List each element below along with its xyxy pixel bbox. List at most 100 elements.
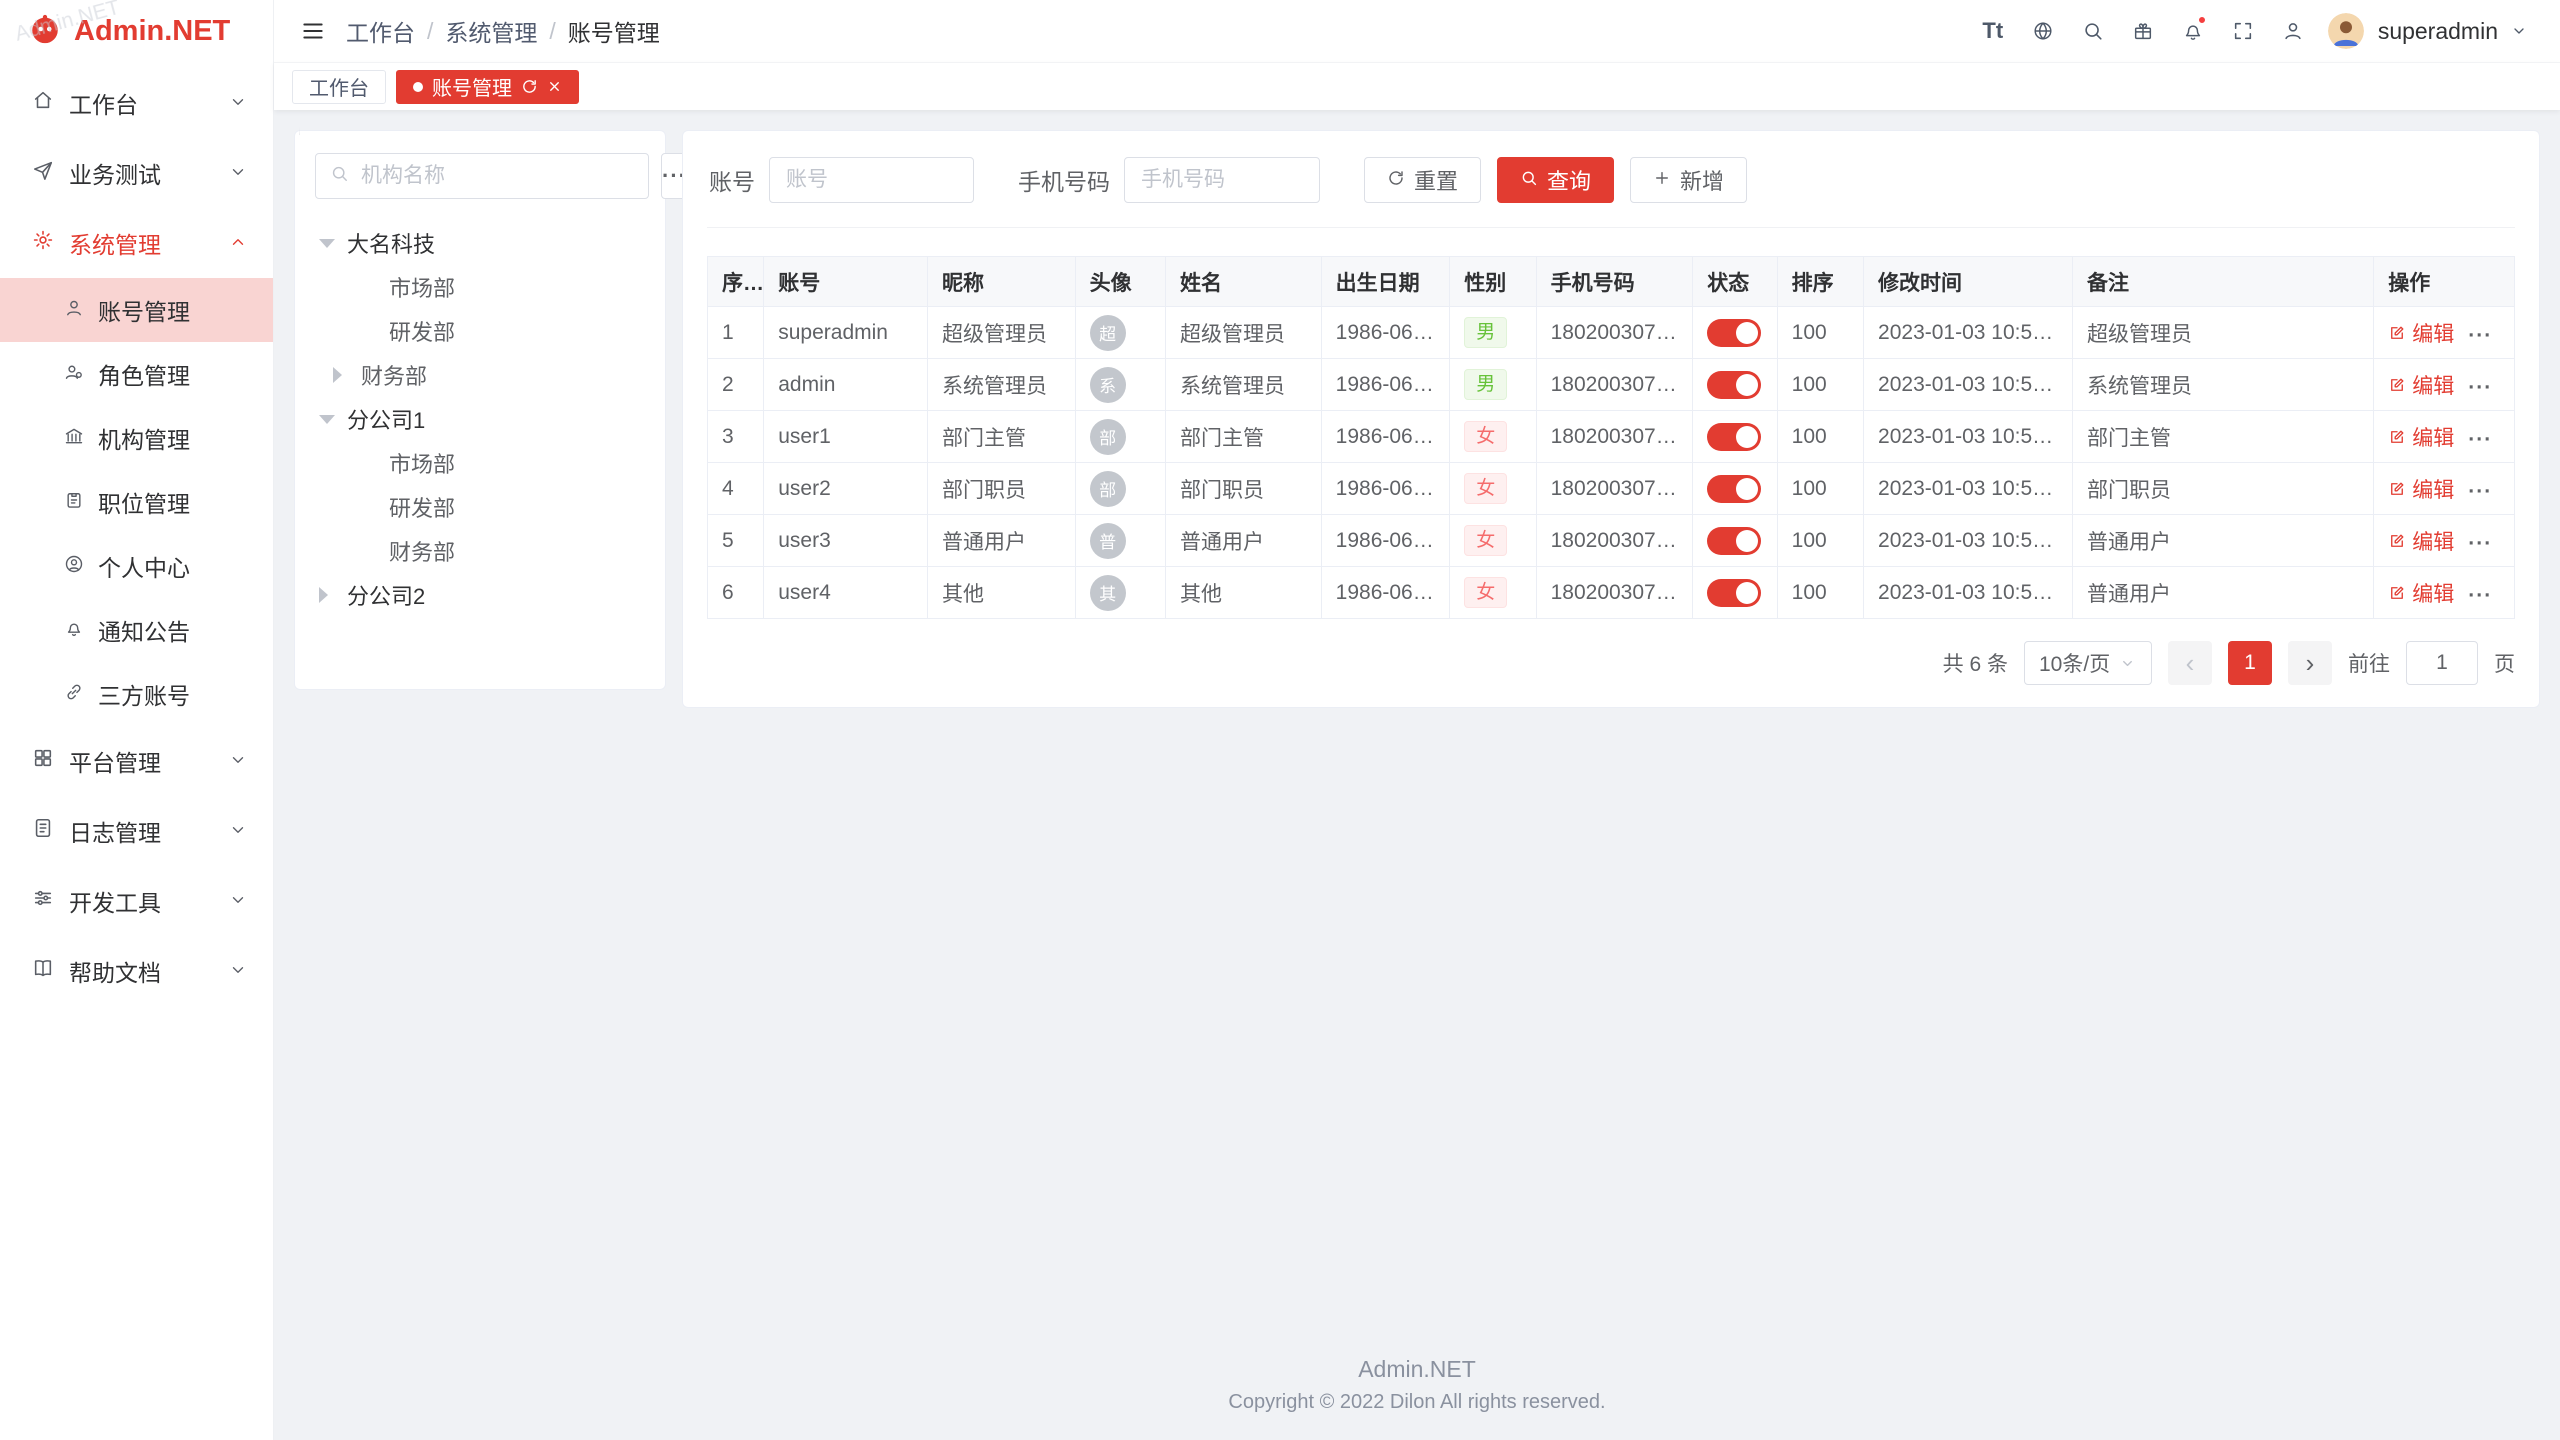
breadcrumb-item[interactable]: 工作台: [346, 14, 415, 48]
tree-node[interactable]: 市场部: [315, 441, 645, 485]
row-more-button[interactable]: ···: [2468, 324, 2492, 347]
tree-node[interactable]: 财务部: [315, 529, 645, 573]
cell-sort: 100: [1777, 515, 1863, 567]
main-area: 工作台 / 系统管理 / 账号管理 Tt superadmin: [274, 0, 2560, 1440]
reset-button[interactable]: 重置: [1364, 157, 1481, 203]
breadcrumb-separator: /: [427, 18, 433, 45]
tree-node[interactable]: 市场部: [315, 265, 645, 309]
sidebar-item-platform-management[interactable]: 平台管理: [0, 726, 273, 796]
edit-button[interactable]: 编辑: [2388, 526, 2454, 556]
table-row: 6user4其他其其他1986-06-28女180200307201002023…: [708, 567, 2515, 619]
tab-account-management[interactable]: 账号管理: [396, 70, 579, 104]
sidebar-item-notice-announcement[interactable]: 通知公告: [0, 598, 273, 662]
badge-icon: [64, 489, 84, 516]
caret-down-icon[interactable]: [319, 415, 335, 424]
sidebar-item-help-docs[interactable]: 帮助文档: [0, 936, 273, 1006]
status-toggle[interactable]: [1707, 475, 1761, 503]
footer: Admin.NET Copyright © 2022 Dilon All rig…: [274, 1338, 2560, 1440]
cell-birth-date: 1986-06-28: [1321, 411, 1450, 463]
cell-sort: 100: [1777, 307, 1863, 359]
page-size-select[interactable]: 10条/页: [2024, 641, 2152, 685]
tree-node[interactable]: 分公司1: [315, 397, 645, 441]
status-toggle[interactable]: [1707, 371, 1761, 399]
tree-node[interactable]: 大名科技: [315, 221, 645, 265]
status-toggle[interactable]: [1707, 423, 1761, 451]
caret-right-icon[interactable]: [319, 587, 328, 603]
cell-gender: 女: [1450, 515, 1536, 567]
sidebar-item-label: 账号管理: [98, 293, 190, 327]
tree-node[interactable]: 财务部: [315, 353, 645, 397]
search-icon[interactable]: [2070, 8, 2116, 54]
sidebar-item-log-management[interactable]: 日志管理: [0, 796, 273, 866]
sidebar-item-business-test[interactable]: 业务测试: [0, 138, 273, 208]
breadcrumb-item-current: 账号管理: [568, 14, 660, 48]
sidebar-item-personal-center[interactable]: 个人中心: [0, 534, 273, 598]
sidebar-item-account-management[interactable]: 账号管理: [0, 278, 273, 342]
user-settings-icon[interactable]: [2270, 8, 2316, 54]
cell-status: [1693, 463, 1777, 515]
fullscreen-icon[interactable]: [2220, 8, 2266, 54]
tree-node[interactable]: 分公司2: [315, 573, 645, 617]
search-button[interactable]: 查询: [1497, 157, 1614, 203]
username[interactable]: superadmin: [2378, 18, 2498, 45]
edit-button[interactable]: 编辑: [2388, 578, 2454, 608]
row-more-button[interactable]: ···: [2468, 532, 2492, 555]
goto-label: 前往: [2348, 648, 2390, 678]
tree-node[interactable]: 研发部: [315, 309, 645, 353]
grid-icon: [32, 747, 54, 775]
sidebar-item-position-management[interactable]: 职位管理: [0, 470, 273, 534]
sidebar-item-label: 日志管理: [69, 814, 214, 848]
edit-button[interactable]: 编辑: [2388, 318, 2454, 348]
sidebar-item-workbench[interactable]: 工作台: [0, 68, 273, 138]
row-avatar: 部: [1090, 419, 1126, 455]
goto-page-input[interactable]: [2406, 641, 2478, 685]
prev-page-button[interactable]: ‹: [2168, 641, 2212, 685]
account-input[interactable]: [769, 157, 974, 203]
phone-input[interactable]: [1124, 157, 1320, 203]
close-icon[interactable]: [547, 79, 562, 94]
cell-avatar: 系: [1075, 359, 1165, 411]
sidebar-item-dev-tools[interactable]: 开发工具: [0, 866, 273, 936]
organization-tree: 大名科技 市场部 研发部 财务部 分公司1 市场部 研发部 财务部 分公司2: [315, 221, 645, 617]
tree-node[interactable]: 研发部: [315, 485, 645, 529]
refresh-icon[interactable]: [521, 78, 538, 95]
add-button[interactable]: 新增: [1630, 157, 1747, 203]
refresh-icon: [1387, 167, 1405, 193]
row-more-button[interactable]: ···: [2468, 584, 2492, 607]
breadcrumb-item[interactable]: 系统管理: [445, 14, 537, 48]
account-field-label: 账号: [709, 163, 755, 197]
cell-modified-time: 2023-01-03 10:59:44: [1864, 411, 2073, 463]
edit-button[interactable]: 编辑: [2388, 370, 2454, 400]
notification-bell-icon[interactable]: [2170, 8, 2216, 54]
org-search-input[interactable]: [359, 163, 634, 189]
cell-remark: 普通用户: [2072, 567, 2373, 619]
status-toggle[interactable]: [1707, 527, 1761, 555]
font-size-icon[interactable]: Tt: [1970, 8, 2016, 54]
caret-down-icon[interactable]: [319, 239, 335, 248]
chevron-down-icon: [229, 818, 247, 845]
sidebar-item-organization-management[interactable]: 机构管理: [0, 406, 273, 470]
page-unit-label: 页: [2494, 648, 2515, 678]
tab-workbench[interactable]: 工作台: [292, 70, 386, 104]
caret-right-icon[interactable]: [333, 367, 342, 383]
chevron-down-icon[interactable]: [2504, 8, 2534, 54]
next-page-button[interactable]: ›: [2288, 641, 2332, 685]
edit-button[interactable]: 编辑: [2388, 474, 2454, 504]
avatar[interactable]: [2328, 13, 2364, 49]
row-more-button[interactable]: ···: [2468, 428, 2492, 451]
gift-icon[interactable]: [2120, 8, 2166, 54]
sidebar-item-system-management[interactable]: 系统管理: [0, 208, 273, 278]
status-toggle[interactable]: [1707, 319, 1761, 347]
status-toggle[interactable]: [1707, 579, 1761, 607]
current-page[interactable]: 1: [2228, 641, 2272, 685]
row-more-button[interactable]: ···: [2468, 480, 2492, 503]
cell-nickname: 超级管理员: [927, 307, 1075, 359]
add-label: 新增: [1680, 164, 1724, 196]
edit-button[interactable]: 编辑: [2388, 422, 2454, 452]
table-header-row: 序号 账号 昵称 头像 姓名 出生日期 性别 手机号码 状态 排序 修改时间 备…: [708, 257, 2515, 307]
sidebar-item-role-management[interactable]: 角色管理: [0, 342, 273, 406]
hamburger-menu-icon[interactable]: [300, 18, 326, 44]
globe-icon[interactable]: [2020, 8, 2066, 54]
sidebar-item-third-party-account[interactable]: 三方账号: [0, 662, 273, 726]
row-more-button[interactable]: ···: [2468, 376, 2492, 399]
